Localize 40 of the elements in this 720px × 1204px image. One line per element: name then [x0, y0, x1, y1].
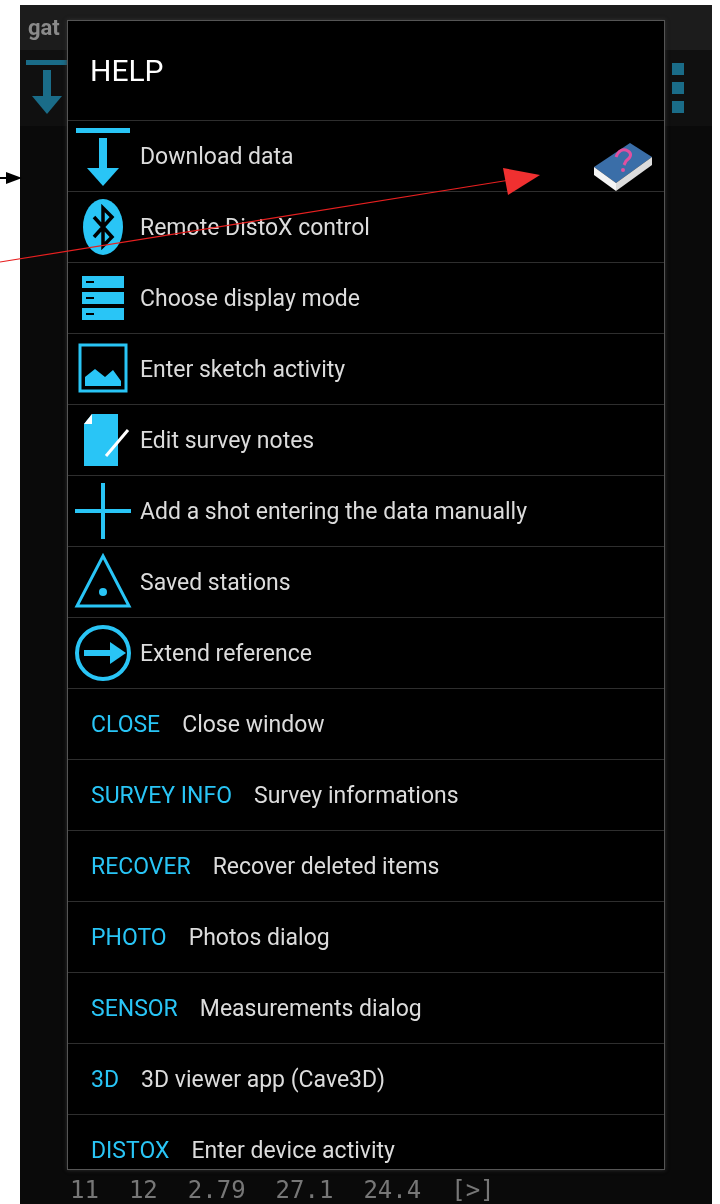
help-item[interactable]: Saved stations	[68, 546, 664, 617]
command-label: DISTOX	[91, 1136, 170, 1164]
help-item[interactable]: SURVEY INFO Survey informations	[68, 759, 664, 830]
command-label: SENSOR	[91, 994, 178, 1022]
help-item[interactable]: RECOVER Recover deleted items	[68, 830, 664, 901]
app-title: gat	[28, 15, 60, 40]
command-description: Close window	[182, 710, 325, 738]
help-item[interactable]: Remote DistoX control	[68, 191, 664, 262]
command-label: RECOVER	[91, 852, 191, 880]
command-description: Measurements dialog	[199, 994, 422, 1022]
dialog-title: HELP	[90, 53, 164, 88]
help-item-label: Edit survey notes	[140, 426, 315, 454]
help-item-label: Download data	[140, 142, 294, 170]
command-label: SURVEY INFO	[91, 781, 232, 809]
help-item-label: Extend reference	[140, 639, 312, 667]
help-item-label: Enter sketch activity	[140, 355, 346, 383]
command-description: 3D viewer app (Cave3D)	[141, 1065, 386, 1093]
overflow-menu-icon[interactable]	[672, 63, 684, 113]
command-label: 3D	[91, 1065, 120, 1093]
command-description: Enter device activity	[191, 1136, 395, 1164]
help-item[interactable]: SENSOR Measurements dialog	[68, 972, 664, 1043]
help-item[interactable]: Extend reference	[68, 617, 664, 688]
help-item-label: Add a shot entering the data manually	[140, 497, 528, 525]
command-label: CLOSE	[91, 710, 161, 738]
command-description: Survey informations	[253, 781, 459, 809]
help-item[interactable]: Edit survey notes	[68, 404, 664, 475]
help-item-label: Saved stations	[140, 568, 291, 596]
help-item[interactable]: Enter sketch activity	[68, 333, 664, 404]
command-description: Recover deleted items	[212, 852, 440, 880]
help-item[interactable]: Add a shot entering the data manually	[68, 475, 664, 546]
command-description: Photos dialog	[188, 923, 330, 951]
plus-icon	[74, 481, 132, 541]
help-item[interactable]: CLOSE Close window	[68, 688, 664, 759]
help-item[interactable]: Choose display mode	[68, 262, 664, 333]
help-item[interactable]: PHOTO Photos dialog	[68, 901, 664, 972]
download-icon	[74, 126, 132, 186]
help-item[interactable]: 3D 3D viewer app (Cave3D)	[68, 1043, 664, 1114]
help-item-label: Remote DistoX control	[140, 213, 370, 241]
help-item-label: Choose display mode	[140, 284, 360, 312]
command-label: PHOTO	[91, 923, 167, 951]
